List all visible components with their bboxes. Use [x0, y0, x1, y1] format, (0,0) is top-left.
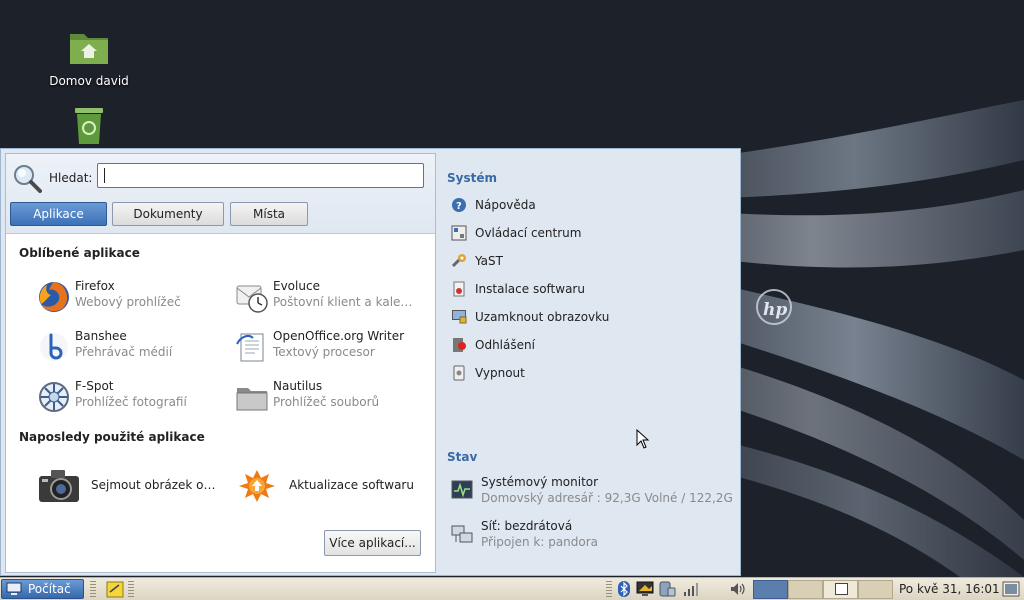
panel-grip[interactable] — [90, 581, 96, 597]
app-fspot[interactable]: F-Spot Prohlížeč fotografií — [37, 376, 217, 416]
trash-icon — [67, 104, 111, 148]
panel-grip[interactable] — [128, 581, 134, 597]
status-title: Stav — [447, 450, 478, 464]
search-input[interactable] — [97, 163, 424, 188]
computer-menu-button[interactable]: Počítač — [1, 579, 84, 599]
workspace-4[interactable] — [858, 580, 893, 599]
svg-text:?: ? — [456, 201, 462, 212]
wallpaper-logo: hp — [763, 300, 787, 320]
taskbar: Počítač Po kvě 31, 16:01 — [0, 577, 1024, 600]
app-desc: Prohlížeč fotografií — [75, 395, 187, 409]
app-firefox[interactable]: Firefox Webový prohlížeč — [37, 276, 217, 316]
firefox-icon — [39, 282, 69, 312]
main-menu: Hledat: Aplikace Dokumenty Místa Oblíben… — [0, 148, 741, 576]
recent-app-screenshot[interactable]: Sejmout obrázek o… — [37, 464, 217, 508]
mouse-cursor-icon — [636, 429, 650, 449]
lock-screen-icon — [452, 310, 467, 324]
recent-app-name: Aktualizace softwaru — [289, 478, 414, 492]
system-item-label: YaST — [475, 254, 503, 268]
system-title: Systém — [447, 171, 497, 185]
app-name: Nautilus — [273, 379, 323, 393]
panel-grip[interactable] — [606, 581, 612, 597]
display-icon[interactable] — [636, 580, 654, 598]
recent-app-name: Sejmout obrázek o… — [91, 478, 216, 492]
app-name: Evoluce — [273, 279, 320, 293]
tab-label: Aplikace — [33, 207, 84, 221]
nautilus-icon — [236, 388, 268, 411]
desktop-icon-home[interactable]: Domov david — [44, 26, 134, 88]
tab-label: Dokumenty — [133, 207, 203, 221]
tab-label: Místa — [253, 207, 285, 221]
status-item-name: Síť: bezdrátová — [481, 519, 573, 533]
more-applications-button[interactable]: Více aplikací... — [324, 530, 421, 556]
home-folder-icon — [67, 26, 111, 70]
recent-title: Naposledy použité aplikace — [19, 430, 205, 444]
search-area: Hledat: Aplikace Dokumenty Místa — [6, 154, 435, 234]
status-item-desc: Připojen k: pandora — [481, 535, 599, 549]
network-icon — [451, 525, 473, 543]
shutdown-icon — [453, 365, 465, 381]
camera-icon — [39, 470, 79, 502]
system-monitor-icon — [451, 480, 473, 499]
app-desc: Prohlížeč souborů — [273, 395, 380, 409]
device-icon[interactable] — [658, 580, 676, 598]
search-label: Hledat: — [49, 171, 93, 185]
status-item-name: Systémový monitor — [481, 475, 599, 489]
app-name: Banshee — [75, 329, 127, 343]
recent-app-software-update[interactable]: Aktualizace softwaru — [235, 464, 431, 508]
system-pane: Systém ? Nápověda Ovládací centrum YaST … — [441, 153, 737, 573]
yast-icon — [451, 254, 466, 268]
clock[interactable]: Po kvě 31, 16:01 — [899, 582, 1000, 596]
control-center-icon — [451, 225, 467, 241]
system-item-label: Instalace softwaru — [475, 282, 585, 296]
system-item-label: Ovládací centrum — [475, 226, 582, 240]
fspot-icon — [39, 382, 69, 412]
workspace-2[interactable] — [788, 580, 823, 599]
app-desc: Webový prohlížeč — [75, 295, 181, 309]
banshee-icon — [40, 333, 68, 361]
computer-icon — [6, 582, 22, 595]
system-item-label: Uzamknout obrazovku — [475, 310, 610, 324]
app-banshee[interactable]: Banshee Přehrávač médií — [37, 326, 217, 366]
volume-icon[interactable] — [729, 580, 747, 598]
system-item-label: Odhlášení — [475, 338, 535, 352]
show-desktop-icon[interactable] — [1002, 580, 1020, 598]
install-software-icon — [453, 281, 465, 297]
app-name: Firefox — [75, 279, 115, 293]
system-item-label: Vypnout — [475, 366, 525, 380]
software-update-icon — [239, 470, 275, 502]
app-desc: Poštovní klient a kale… — [273, 295, 413, 309]
status-item-desc: Domovský adresář : 92,3G Volné / 122,2G — [481, 491, 733, 505]
app-evolution[interactable]: Evoluce Poštovní klient a kale… — [235, 276, 431, 316]
notes-icon[interactable] — [106, 580, 124, 598]
app-name: OpenOffice.org Writer — [273, 329, 405, 343]
computer-menu-label: Počítač — [28, 582, 71, 596]
app-name: F-Spot — [75, 379, 114, 393]
search-icon — [14, 165, 42, 193]
text-caret — [104, 168, 105, 183]
workspace-3[interactable] — [823, 580, 858, 599]
applications-pane: Hledat: Aplikace Dokumenty Místa Oblíben… — [5, 153, 436, 573]
workspace-1[interactable] — [753, 580, 788, 599]
app-nautilus[interactable]: Nautilus Prohlížeč souborů — [235, 376, 431, 416]
tab-documents[interactable]: Dokumenty — [112, 202, 224, 226]
evolution-icon — [236, 285, 268, 313]
tab-applications[interactable]: Aplikace — [10, 202, 107, 226]
desktop-icon-trash[interactable] — [44, 104, 134, 152]
desktop-icon-label: Domov david — [49, 74, 129, 88]
app-desc: Textový procesor — [273, 345, 375, 359]
tab-places[interactable]: Místa — [230, 202, 308, 226]
help-icon: ? — [452, 198, 466, 212]
favorites-title: Oblíbené aplikace — [19, 246, 140, 260]
app-desc: Přehrávač médií — [75, 345, 173, 359]
system-item-label: Nápověda — [475, 198, 536, 212]
window-thumbnail — [835, 583, 848, 595]
writer-icon — [236, 333, 264, 362]
app-writer[interactable]: OpenOffice.org Writer Textový procesor — [235, 326, 431, 366]
logout-icon — [453, 338, 466, 352]
signal-strength-icon[interactable] — [682, 580, 700, 598]
bluetooth-icon[interactable] — [615, 580, 633, 598]
